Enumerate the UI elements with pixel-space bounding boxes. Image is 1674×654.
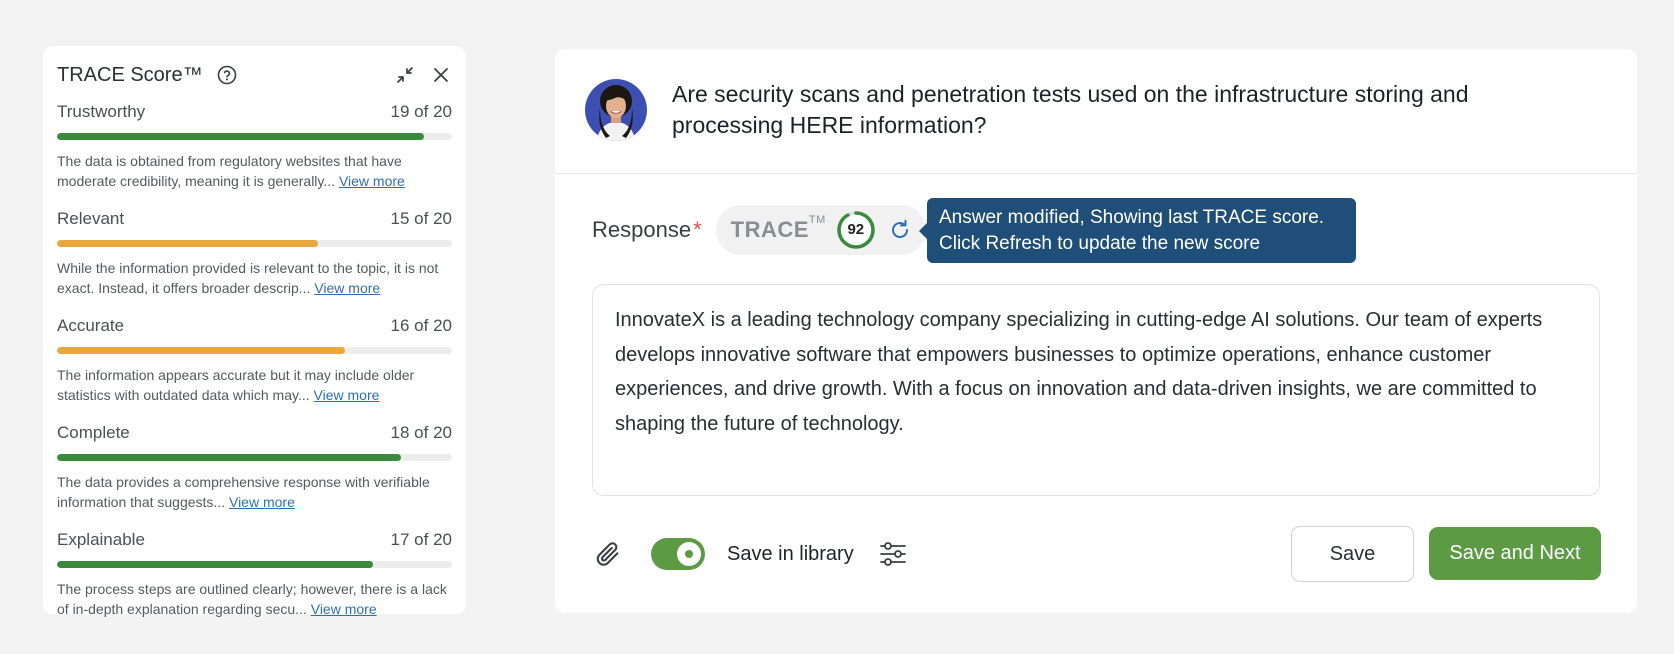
score-bar-fill xyxy=(57,133,425,140)
metric-label: Accurate xyxy=(57,316,125,335)
metric-accurate: Accurate 16 of 20 The information appear… xyxy=(57,316,452,405)
metric-description-text: While the information provided is releva… xyxy=(57,260,439,296)
score-value: 92 xyxy=(847,221,865,238)
save-in-library-toggle[interactable] xyxy=(651,538,705,570)
question-header: Are security scans and penetration tests… xyxy=(555,49,1637,174)
refresh-tooltip: Answer modified, Showing last TRACE scor… xyxy=(919,198,1356,263)
score-bar xyxy=(57,133,452,140)
metric-description-text: The process steps are outlined clearly; … xyxy=(57,581,447,617)
tooltip-line: Answer modified, Showing last TRACE scor… xyxy=(939,207,1325,228)
metric-relevant: Relevant 15 of 20 While the information … xyxy=(57,209,452,298)
trademark: TM xyxy=(808,213,826,226)
paperclip-icon[interactable] xyxy=(592,538,624,570)
metrics-list: Trustworthy 19 of 20 The data is obtaine… xyxy=(57,102,452,619)
save-in-library-label: Save in library xyxy=(727,542,854,565)
response-label-text: Response xyxy=(592,216,692,242)
metric-description: The data is obtained from regulatory web… xyxy=(57,151,452,191)
response-row: Response* TRACETM 92 xyxy=(592,197,926,262)
metric-complete: Complete 18 of 20 The data provides a co… xyxy=(57,423,452,512)
collapse-icon[interactable] xyxy=(394,64,416,86)
toggle-knob xyxy=(677,542,701,566)
score-bar xyxy=(57,454,452,461)
trace-score-panel: TRACE Score™ Trustworthy 19 of 20 The da… xyxy=(43,46,466,617)
question-card: Are security scans and penetration tests… xyxy=(555,49,1637,613)
answer-textarea[interactable]: InnovateX is a leading technology compan… xyxy=(592,284,1600,496)
required-marker: * xyxy=(693,216,702,242)
metric-label: Relevant xyxy=(57,209,125,228)
close-icon[interactable] xyxy=(430,64,452,86)
panel-header: TRACE Score™ xyxy=(57,60,452,90)
metric-trustworthy: Trustworthy 19 of 20 The data is obtaine… xyxy=(57,102,452,191)
sliders-icon[interactable] xyxy=(878,539,908,569)
metric-score: 15 of 20 xyxy=(390,209,452,228)
score-bar-fill xyxy=(57,454,401,461)
view-more-link[interactable]: View more xyxy=(229,494,295,510)
score-bar-fill xyxy=(57,561,373,568)
score-ring: 92 xyxy=(836,210,876,250)
panel-title: TRACE Score™ xyxy=(57,63,203,86)
save-and-next-button[interactable]: Save and Next xyxy=(1429,527,1601,580)
metric-score: 18 of 20 xyxy=(390,423,452,442)
view-more-link[interactable]: View more xyxy=(314,280,380,296)
metric-label: Trustworthy xyxy=(57,102,146,121)
score-bar xyxy=(57,240,452,247)
score-bar-fill xyxy=(57,347,346,354)
metric-description: The data provides a comprehensive respon… xyxy=(57,472,452,512)
trace-label-text: TRACE xyxy=(730,216,809,242)
view-more-link[interactable]: View more xyxy=(311,601,377,617)
page: TRACE Score™ Trustworthy 19 of 20 The da… xyxy=(0,0,1674,654)
trace-score-chip[interactable]: TRACETM 92 xyxy=(715,204,926,255)
avatar xyxy=(585,79,647,141)
metric-label: Complete xyxy=(57,423,130,442)
view-more-link[interactable]: View more xyxy=(339,173,405,189)
metric-description: While the information provided is releva… xyxy=(57,258,452,298)
save-button[interactable]: Save xyxy=(1291,526,1414,582)
metric-label: Explainable xyxy=(57,530,145,549)
panel-actions xyxy=(394,64,452,86)
metric-score: 17 of 20 xyxy=(390,530,452,549)
trace-chip-label: TRACETM xyxy=(730,213,826,243)
tooltip-line: Click Refresh to update the new score xyxy=(939,233,1261,254)
metric-explainable: Explainable 17 of 20 The process steps a… xyxy=(57,530,452,619)
score-bar xyxy=(57,561,452,568)
question-text: Are security scans and penetration tests… xyxy=(672,81,1469,138)
metric-description: The information appears accurate but it … xyxy=(57,365,452,405)
footer-row: Save in library Save Save and Next xyxy=(592,525,1601,583)
help-icon[interactable] xyxy=(217,65,237,85)
score-bar xyxy=(57,347,452,354)
metric-description: The process steps are outlined clearly; … xyxy=(57,579,452,619)
refresh-icon[interactable] xyxy=(886,216,914,244)
score-bar-fill xyxy=(57,240,318,247)
metric-score: 16 of 20 xyxy=(390,316,452,335)
footer-actions: Save Save and Next xyxy=(1291,526,1601,582)
metric-score: 19 of 20 xyxy=(390,102,452,121)
view-more-link[interactable]: View more xyxy=(314,387,380,403)
response-label: Response* xyxy=(592,217,702,243)
